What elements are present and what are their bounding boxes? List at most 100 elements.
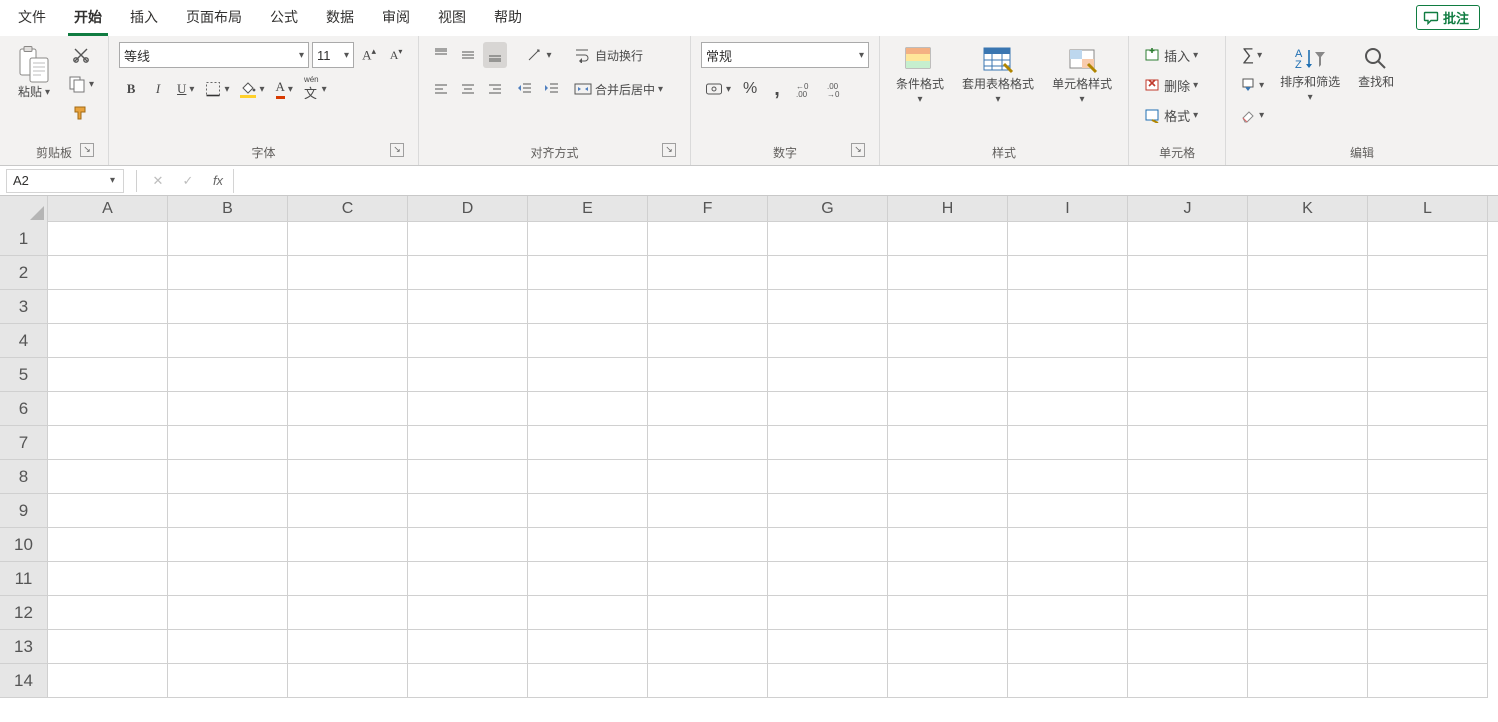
cell[interactable] <box>1128 290 1248 324</box>
cell[interactable] <box>288 222 408 256</box>
cell[interactable] <box>768 596 888 630</box>
cell[interactable] <box>1368 494 1488 528</box>
column-header[interactable]: K <box>1248 196 1368 221</box>
cell[interactable] <box>168 290 288 324</box>
cell[interactable] <box>168 426 288 460</box>
wrap-text-button[interactable]: 自动换行 <box>570 42 680 68</box>
cell[interactable] <box>1248 460 1368 494</box>
format-as-table-button[interactable]: 套用表格格式▾ <box>956 42 1040 107</box>
delete-cells-button[interactable]: 删除▾ <box>1139 72 1215 98</box>
tab-view[interactable]: 视图 <box>424 1 480 34</box>
cell[interactable] <box>528 426 648 460</box>
tab-help[interactable]: 帮助 <box>480 1 536 34</box>
cell[interactable] <box>1128 426 1248 460</box>
cell[interactable] <box>888 256 1008 290</box>
cell[interactable] <box>408 460 528 494</box>
cell[interactable] <box>1128 494 1248 528</box>
cell[interactable] <box>1128 528 1248 562</box>
align-middle-button[interactable] <box>456 42 480 68</box>
column-header[interactable]: E <box>528 196 648 221</box>
cell[interactable] <box>168 494 288 528</box>
cell[interactable] <box>648 426 768 460</box>
cell[interactable] <box>1008 392 1128 426</box>
cell[interactable] <box>1368 358 1488 392</box>
underline-button[interactable]: U▾ <box>173 76 198 102</box>
cell[interactable] <box>1248 426 1368 460</box>
cancel-formula-button[interactable]: ✕ <box>143 169 173 193</box>
cell[interactable] <box>768 494 888 528</box>
cell[interactable] <box>768 562 888 596</box>
cell[interactable] <box>1008 460 1128 494</box>
copy-button[interactable]: ▾ <box>64 71 98 97</box>
cell[interactable] <box>648 290 768 324</box>
cell[interactable] <box>408 392 528 426</box>
cell[interactable] <box>528 528 648 562</box>
cell[interactable] <box>1008 596 1128 630</box>
fill-color-button[interactable]: ▾ <box>236 76 268 102</box>
cell[interactable] <box>1008 222 1128 256</box>
cell[interactable] <box>1248 664 1368 698</box>
cell[interactable] <box>168 630 288 664</box>
column-header[interactable]: G <box>768 196 888 221</box>
number-format-select[interactable]: 常规▾ <box>701 42 869 68</box>
tab-formulas[interactable]: 公式 <box>256 1 312 34</box>
cell[interactable] <box>1248 392 1368 426</box>
cell[interactable] <box>528 494 648 528</box>
cell[interactable] <box>768 290 888 324</box>
cell[interactable] <box>288 358 408 392</box>
cell[interactable] <box>648 630 768 664</box>
cell[interactable] <box>1008 358 1128 392</box>
cell[interactable] <box>1368 562 1488 596</box>
cell[interactable] <box>888 324 1008 358</box>
cell[interactable] <box>1248 494 1368 528</box>
accounting-format-button[interactable]: ▾ <box>701 76 735 102</box>
cell[interactable] <box>408 562 528 596</box>
cell[interactable] <box>528 222 648 256</box>
row-header[interactable]: 8 <box>0 460 48 494</box>
cell[interactable] <box>1008 494 1128 528</box>
format-painter-button[interactable] <box>64 100 98 126</box>
cell[interactable] <box>1368 664 1488 698</box>
cell[interactable] <box>888 494 1008 528</box>
cell[interactable] <box>648 596 768 630</box>
cut-button[interactable] <box>64 42 98 68</box>
increase-indent-button[interactable] <box>540 76 564 102</box>
cell[interactable] <box>1368 528 1488 562</box>
column-header[interactable]: H <box>888 196 1008 221</box>
cell[interactable] <box>768 664 888 698</box>
cell[interactable] <box>1248 528 1368 562</box>
cell[interactable] <box>888 528 1008 562</box>
comma-button[interactable]: , <box>765 76 789 102</box>
cell[interactable] <box>648 256 768 290</box>
cell[interactable] <box>1368 460 1488 494</box>
cell[interactable] <box>48 256 168 290</box>
row-header[interactable]: 6 <box>0 392 48 426</box>
tab-insert[interactable]: 插入 <box>116 1 172 34</box>
row-header[interactable]: 9 <box>0 494 48 528</box>
row-header[interactable]: 5 <box>0 358 48 392</box>
cell[interactable] <box>1128 664 1248 698</box>
column-header[interactable]: A <box>48 196 168 221</box>
cell[interactable] <box>408 630 528 664</box>
cell[interactable] <box>1008 426 1128 460</box>
cell[interactable] <box>168 256 288 290</box>
cell[interactable] <box>528 290 648 324</box>
cell[interactable] <box>1248 222 1368 256</box>
cell[interactable] <box>1248 290 1368 324</box>
row-header[interactable]: 11 <box>0 562 48 596</box>
select-all-corner[interactable] <box>0 196 48 222</box>
cell[interactable] <box>48 562 168 596</box>
cell[interactable] <box>1248 358 1368 392</box>
tab-pagelayout[interactable]: 页面布局 <box>172 1 256 34</box>
cell[interactable] <box>648 324 768 358</box>
cell[interactable] <box>888 222 1008 256</box>
cell[interactable] <box>48 222 168 256</box>
cell[interactable] <box>1248 630 1368 664</box>
cell[interactable] <box>168 222 288 256</box>
cell[interactable] <box>888 460 1008 494</box>
dialog-launcher-icon[interactable]: ↘ <box>80 143 94 157</box>
tab-data[interactable]: 数据 <box>312 1 368 34</box>
column-header[interactable]: F <box>648 196 768 221</box>
font-color-button[interactable]: A▾ <box>272 76 297 102</box>
cell[interactable] <box>1128 630 1248 664</box>
